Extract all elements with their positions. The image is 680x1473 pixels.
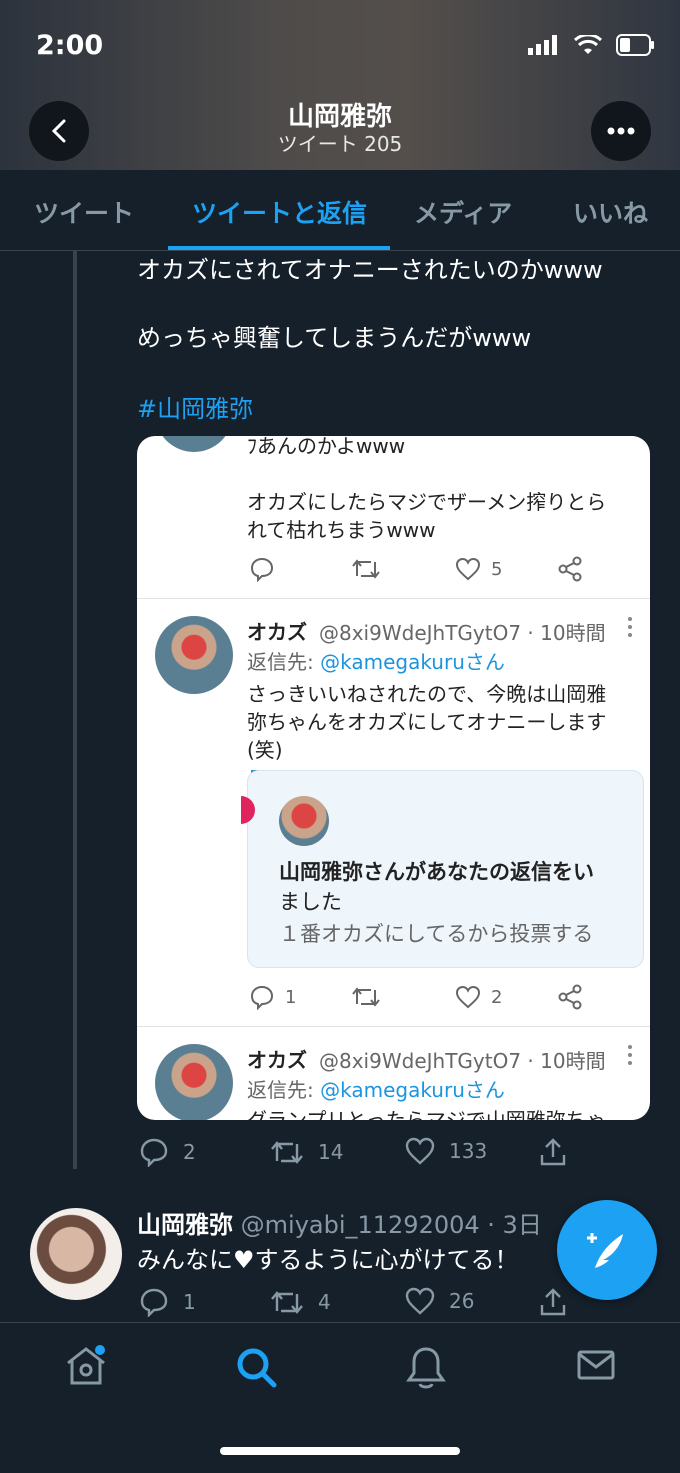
image-text: オカズにしたらマジでザーメン搾りとら bbox=[247, 490, 607, 514]
retweet-icon bbox=[271, 1291, 303, 1314]
image-text: (笑) bbox=[247, 738, 283, 762]
reply-icon bbox=[250, 985, 274, 1010]
thread-line bbox=[73, 251, 77, 1169]
tweet-image[interactable]: ﾌあんのかよwww オカズにしたらマジでザーメン搾りとら れて枯れちまうwww … bbox=[137, 436, 650, 1120]
like-button[interactable]: 26 bbox=[405, 1287, 474, 1315]
quote-text: 山岡雅弥さんがあなたの返信をい bbox=[279, 860, 594, 884]
reply-to: 返信先: @kamegakuruさん bbox=[247, 646, 505, 675]
battery-icon bbox=[616, 34, 654, 56]
signal-icon bbox=[528, 35, 557, 55]
reply-to-prefix: 返信先: bbox=[247, 650, 321, 674]
author-handle: @8xi9WdeJhTGytO7 · 10時間 bbox=[319, 621, 606, 645]
author-handle: @miyabi_11292004 · 3日 bbox=[240, 1211, 542, 1239]
retweet-icon bbox=[271, 1141, 303, 1164]
avatar bbox=[155, 1044, 233, 1120]
retweet-count: 14 bbox=[318, 1140, 344, 1164]
image-text: さっきいいねされたので、今晩は山岡雅 bbox=[247, 682, 607, 706]
tweet-text: みんなに♥するように心がけてる！ bbox=[137, 1246, 519, 1274]
reply-count: 1 bbox=[183, 1290, 196, 1314]
like-count: 5 bbox=[491, 559, 503, 580]
avatar bbox=[155, 616, 233, 694]
tweet-text-line: めっちゃ興奮してしまうんだがwww bbox=[137, 324, 532, 352]
tab-likes[interactable]: いいね bbox=[573, 194, 648, 230]
image-text: 弥ちゃんをオカズにしてオナニーします bbox=[247, 710, 607, 734]
like-count: 2 bbox=[491, 987, 503, 1008]
retweet-icon bbox=[352, 559, 380, 579]
share-button[interactable] bbox=[538, 1287, 568, 1317]
avatar[interactable] bbox=[30, 1208, 122, 1300]
reply-to-handle: @kamegakuruさん bbox=[320, 1078, 505, 1102]
quote-text: ました bbox=[279, 890, 342, 914]
retweet-count: 4 bbox=[318, 1290, 331, 1314]
retweet-icon bbox=[352, 987, 380, 1007]
share-icon bbox=[558, 984, 582, 1010]
home-indicator bbox=[220, 1447, 460, 1455]
tab-tweets[interactable]: ツイート bbox=[34, 194, 134, 230]
compose-icon bbox=[587, 1233, 623, 1268]
share-icon bbox=[558, 556, 582, 582]
avatar bbox=[155, 436, 233, 452]
image-text: ﾌあんのかよwww bbox=[247, 436, 406, 458]
like-count: 26 bbox=[449, 1289, 475, 1313]
reply-to-prefix: 返信先: bbox=[247, 1078, 321, 1102]
reply-icon bbox=[140, 1138, 168, 1167]
image-text: グランプリとったらマジで山岡雅弥ちゃ bbox=[247, 1108, 606, 1120]
reply-icon bbox=[250, 557, 274, 582]
reply-count: 1 bbox=[285, 987, 297, 1008]
like-icon bbox=[405, 1137, 435, 1165]
like-button[interactable]: 133 bbox=[405, 1137, 487, 1165]
reply-button[interactable]: 1 bbox=[139, 1287, 196, 1317]
like-count: 133 bbox=[449, 1139, 488, 1163]
avatar bbox=[279, 796, 329, 846]
share-button[interactable] bbox=[538, 1137, 568, 1167]
tweet-text-line: オカズにされてオナニーされたいのかwww bbox=[137, 256, 603, 284]
search-icon[interactable] bbox=[234, 1345, 280, 1391]
reply-to: 返信先: @kamegakuruさん bbox=[247, 1074, 505, 1103]
tab-media[interactable]: メディア bbox=[414, 194, 512, 230]
home-icon[interactable] bbox=[63, 1345, 109, 1387]
author-name[interactable]: 山岡雅弥 bbox=[137, 1211, 233, 1239]
share-icon bbox=[540, 1288, 566, 1316]
author-handle: @8xi9WdeJhTGytO7 · 10時間 bbox=[319, 1049, 606, 1073]
retweet-button[interactable]: 14 bbox=[270, 1137, 343, 1167]
notifications-icon[interactable] bbox=[405, 1345, 447, 1391]
like-icon bbox=[405, 1287, 435, 1315]
quote-text: １番オカズにしてるから投票する bbox=[279, 922, 594, 946]
divider bbox=[137, 1026, 650, 1027]
tweet-count: ツイート 205 bbox=[277, 132, 403, 156]
status-time: 2:00 bbox=[36, 30, 104, 61]
status-icons bbox=[528, 34, 656, 56]
reply-count: 2 bbox=[183, 1140, 196, 1164]
tweet-header: 山岡雅弥 @miyabi_11292004 · 3日 bbox=[137, 1205, 542, 1240]
retweet-button[interactable]: 4 bbox=[270, 1287, 331, 1317]
tab-tweets-replies[interactable]: ツイートと返信 bbox=[192, 194, 367, 230]
reply-button[interactable]: 2 bbox=[139, 1137, 196, 1167]
image-text: れて枯れちまうwww bbox=[247, 518, 436, 542]
more-vertical-icon bbox=[628, 617, 632, 637]
share-icon bbox=[540, 1138, 566, 1166]
reply-icon bbox=[140, 1288, 168, 1317]
compose-button[interactable] bbox=[557, 1200, 657, 1300]
more-vertical-icon bbox=[628, 1045, 632, 1065]
profile-tabs: ツイート ツイートと返信 メディア いいね bbox=[0, 170, 680, 251]
reply-to-handle: @kamegakuruさん bbox=[320, 650, 505, 674]
messages-icon[interactable] bbox=[576, 1345, 616, 1385]
like-icon bbox=[455, 557, 481, 581]
author-name: オカズ bbox=[247, 1048, 307, 1072]
wifi-icon bbox=[574, 35, 602, 54]
divider bbox=[137, 598, 650, 599]
hashtag-link[interactable]: #山岡雅弥 bbox=[137, 389, 253, 424]
author-name: オカズ bbox=[247, 620, 307, 644]
like-icon bbox=[455, 985, 481, 1009]
